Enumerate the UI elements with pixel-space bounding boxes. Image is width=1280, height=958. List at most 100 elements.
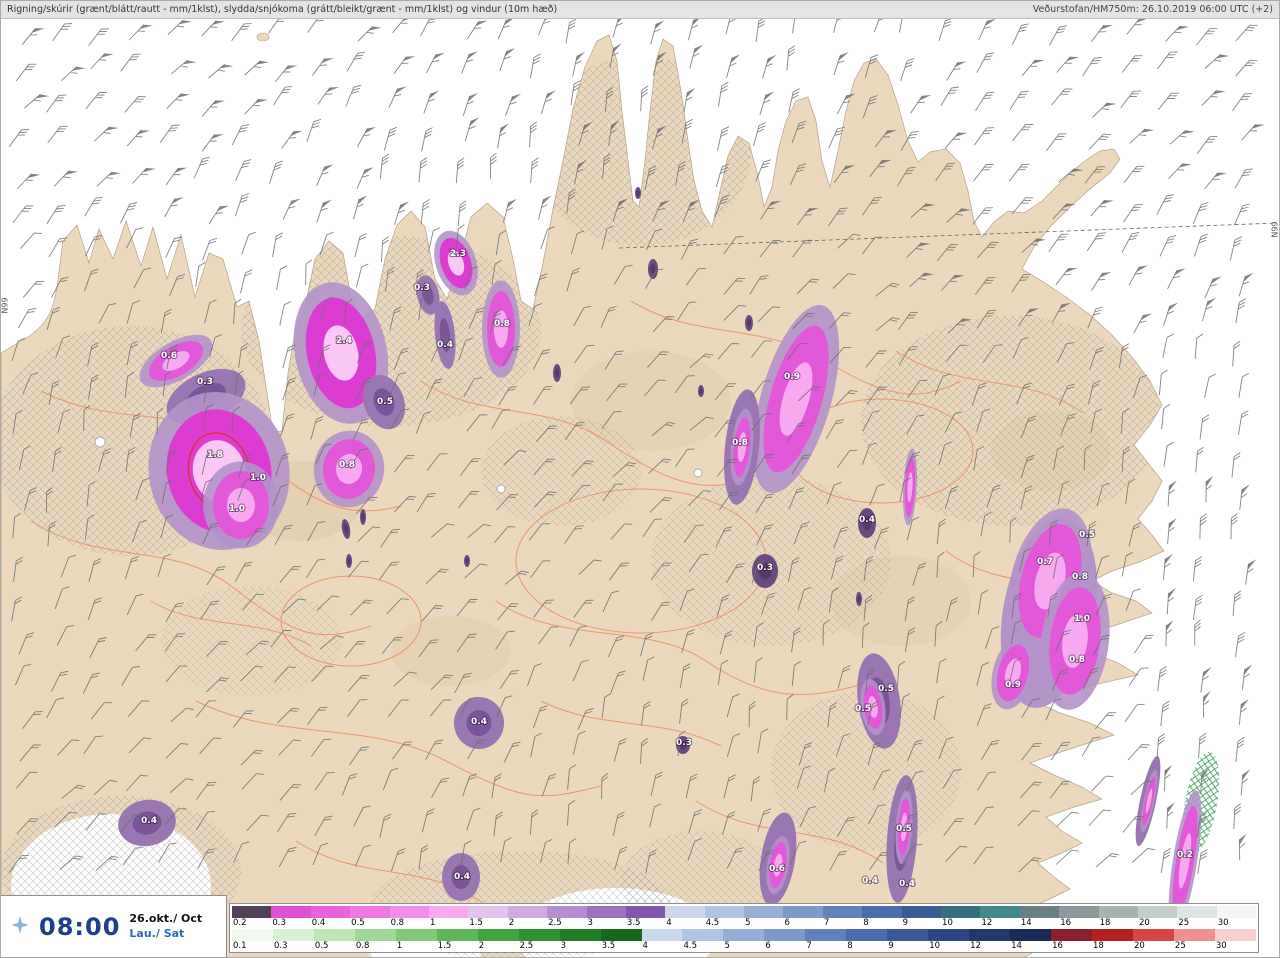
colorbar-tick-label: 2 [478,941,485,951]
colorbar-cell [350,906,390,918]
colorbar-tick-label: 14 [1020,918,1032,928]
precip-value-label: 0.9 [784,372,800,382]
colorbar-cell [354,929,396,941]
colorbar-tick-label: 2 [508,918,515,928]
precip-value-label: 0.5 [896,824,912,834]
colorbar-tick-label: 0.5 [314,941,329,951]
grid-label-right: N99 [1270,221,1280,238]
precip-value-label: 1.0 [229,504,245,514]
colorbar-tick-label: 5 [745,918,751,928]
precip-cell [360,509,366,525]
colorbar-cell [436,929,478,941]
colorbar-tick-label: 0.8 [390,918,405,928]
precip-value-label: 0.8 [1069,655,1085,665]
colorbar-tick-label: 0.1 [233,941,247,951]
precip-value-label: 0.7 [1037,557,1053,567]
colorbar-tick-label: 3.5 [601,941,616,951]
colorbar-cell [518,929,560,941]
colorbar-cell [1177,906,1217,918]
colorbar-cell [1132,929,1174,941]
colorbar-cell [969,929,1011,941]
precip-cell [553,364,561,382]
colorbar-cell [468,906,508,918]
colorbar-tick-label: 16 [1052,941,1063,951]
colorbar-tick-label: 25 [1174,941,1186,951]
colorbar-tick-label: 18 [1099,918,1111,928]
colorbar-cell [704,906,745,918]
precip-value-label: 0.4 [437,340,453,350]
colorbar-cell [428,906,469,918]
colorbar-cell [846,929,888,941]
snow-scale-band [232,906,1257,918]
colorbar-tick-label: 7 [823,918,830,928]
colorbar-cell [600,929,642,941]
colorbar-tick-label: 1 [429,918,436,928]
precip-value-label: 0.4 [862,876,878,886]
colorbar-tick-label: 30 [1217,918,1229,928]
precip-value-label: 0.5 [377,397,393,407]
colorbar-tick-label: 2.5 [519,941,534,951]
colorbar-tick-label: 30 [1215,941,1227,951]
colorbar-tick-label: 20 [1133,941,1145,951]
colorbar-cell [901,906,942,918]
colorbar-cell [682,929,724,941]
colorbar-tick-label: 20 [1138,918,1150,928]
colorbar-cell [665,906,705,918]
colorbar-tick-label: 0.2 [233,918,247,928]
precip-value-label: 0.3 [676,738,692,748]
precip-value-label: 0.3 [197,377,213,387]
colorbar-cell [928,929,970,941]
grid-label-left: N99 [0,297,10,314]
precip-value-label: 0.8 [494,319,510,329]
precip-cell [346,554,352,568]
precip-cell [698,385,704,397]
weather-map-window: 0.6 0.3 1.8 1.0 1.0 2.4 0.5 0.8 2.3 0.3 0.4 0.8 0.9 0… [0,0,1280,958]
colorbar-cell [272,929,314,941]
colorbar-tick-label: 18 [1093,941,1104,951]
colorbar-cell [271,906,311,918]
colorbar-cell [862,906,902,918]
colorbar-tick-label: 1.5 [437,941,452,951]
precip-value-label: 0.8 [339,460,355,470]
colorbar-tick-label: 9 [888,941,894,951]
precip-value-label: 0.4 [454,872,470,882]
colorbar-cell [1051,929,1093,941]
wind-rose-icon [10,915,30,939]
colorbar-tick-label: 10 [942,918,953,928]
colorbar-cell [389,906,429,918]
forecast-date: 26.okt./ Oct [129,912,203,926]
colorbar-cell [887,929,929,941]
colorbar-tick-label: 14 [1011,941,1022,951]
colorbar-cell [764,929,806,941]
colorbar-cell [1010,929,1052,941]
precip-value-label: 1.0 [250,473,266,483]
colorbar-cell [586,906,626,918]
colorbar-tick-label: 4 [666,918,672,928]
colorbar-tick-label: 1 [396,941,403,951]
colorbar-tick-label: 4.5 [705,918,720,928]
precip-value-label: 1.8 [207,450,223,460]
precip-value-label: 1.0 [1074,614,1090,624]
rain-scale-band [232,929,1256,941]
colorbar-cell [559,929,601,941]
colorbar-cell [1173,929,1215,941]
colorbar-cell [641,929,683,941]
colorbar-cell [783,906,823,918]
colorbar-tick-label: 0.3 [272,918,286,928]
time-panel: 08:00 26.okt./ Oct Lau./ Sat [1,895,227,957]
colorbar-cell [744,906,784,918]
colorbar-tick-label: 0.5 [351,918,365,928]
precip-value-label: 0.5 [878,684,894,694]
colorbar-cell [1137,906,1178,918]
small-island [256,32,270,42]
colorbar-tick-label: 1.5 [469,918,483,928]
precip-cell [482,280,520,378]
precip-cell [464,555,470,567]
colorbar-tick-label: 3 [587,918,593,928]
colorbar-cell [1098,906,1138,918]
forecast-weekday: Lau./ Sat [129,926,185,940]
colorbar-cell [232,906,272,918]
precip-value-label: 0.8 [732,438,748,448]
title-bar: Rigning/skúrir (grænt/blátt/rautt - mm/1… [1,1,1279,19]
rain-scale-labels: 0.1 0.3 0.5 0.8 1 1.5 2 2.5 3 3.5 4 4.5 5 6 7 8 9 10 12 14 1… [232,941,1256,952]
